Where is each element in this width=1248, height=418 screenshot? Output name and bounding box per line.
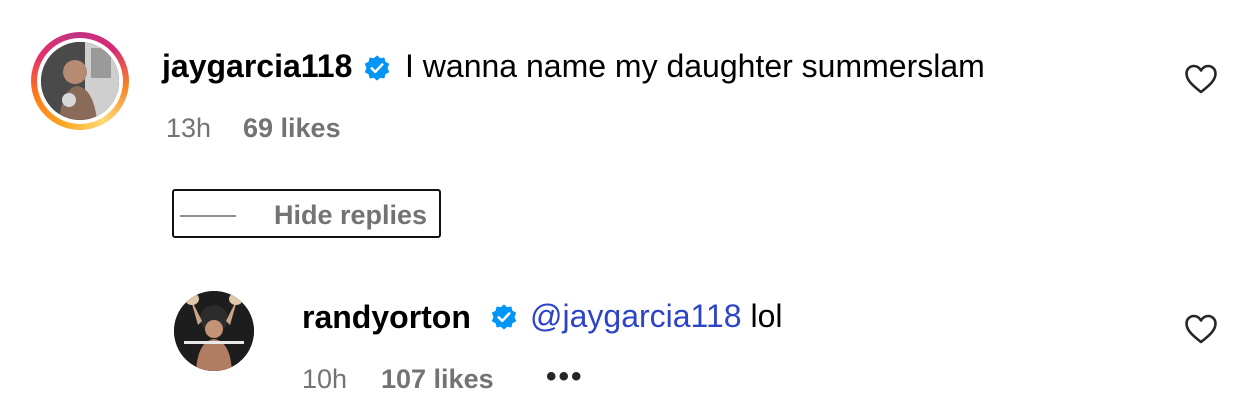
avatar-jaygarcia118 xyxy=(41,42,119,120)
more-options-icon[interactable]: ••• xyxy=(546,360,584,394)
reply-text: lol xyxy=(750,298,783,334)
avatar-randyorton[interactable] xyxy=(174,291,254,371)
thread-divider-line xyxy=(180,215,236,217)
reply-username[interactable]: randyorton xyxy=(302,301,471,333)
heart-icon[interactable] xyxy=(1184,64,1218,94)
reply-mention-link[interactable]: @jaygarcia118 xyxy=(530,298,742,334)
avatar-photo-illustration xyxy=(174,291,254,371)
heart-icon[interactable] xyxy=(1184,314,1218,344)
hide-replies-button[interactable]: Hide replies xyxy=(172,189,441,238)
verified-badge-icon xyxy=(491,304,517,330)
comment-username[interactable]: jaygarcia118 xyxy=(162,50,352,82)
reply-likes[interactable]: 107 likes xyxy=(381,366,494,393)
verified-badge-icon xyxy=(364,55,390,81)
avatar-photo-illustration xyxy=(41,42,119,120)
comment-likes[interactable]: 69 likes xyxy=(243,115,341,142)
comment-timestamp[interactable]: 13h xyxy=(166,115,211,142)
avatar-story-ring[interactable] xyxy=(31,32,129,130)
reply-text-row: @jaygarcia118 lol xyxy=(530,300,782,332)
comment-text: I wanna name my daughter summerslam xyxy=(405,48,985,84)
hide-replies-label: Hide replies xyxy=(274,200,428,230)
reply-timestamp[interactable]: 10h xyxy=(302,366,347,393)
